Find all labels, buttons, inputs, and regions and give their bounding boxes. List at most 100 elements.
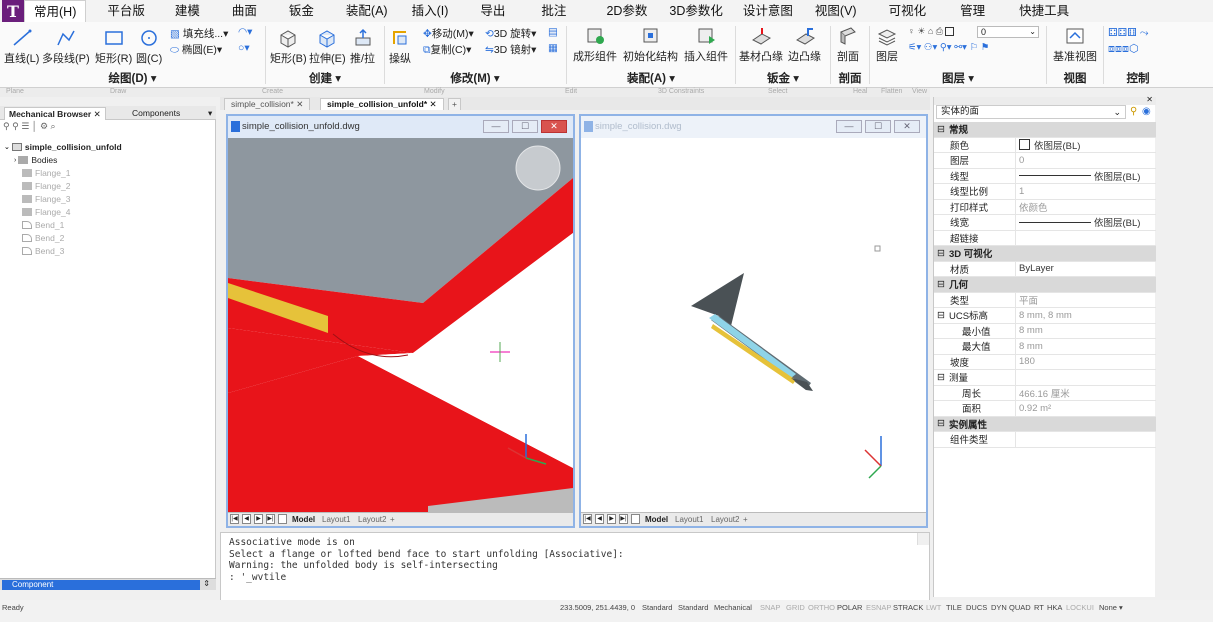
collapse-icon[interactable]: ⊟ [937, 372, 945, 383]
property-row[interactable]: ⊟ UCS标高 8 mm, 8 mm [934, 308, 1156, 324]
property-value[interactable]: 依图层(BL) [1016, 169, 1156, 183]
close-icon[interactable]: ✕ [94, 109, 101, 119]
property-value[interactable]: 0 [1016, 155, 1156, 166]
menu-home[interactable]: 常用(H) [24, 0, 87, 22]
pushpull-button[interactable]: 推/拉 [350, 28, 375, 66]
expand-icon[interactable]: › [14, 157, 16, 164]
toggle-lockui[interactable]: LOCKUI [1066, 603, 1094, 612]
minimize-button[interactable]: — [836, 120, 862, 133]
menu-quick-tools[interactable]: 快捷工具 [1010, 0, 1078, 22]
edge-flange-button[interactable]: 边凸缘 [788, 26, 821, 64]
text-style[interactable]: Standard [642, 603, 672, 612]
selection-dropdown[interactable]: 实体的面 ⌄ [936, 105, 1126, 119]
property-row[interactable]: 周长 466.16 厘米 [934, 385, 1156, 401]
property-value[interactable]: 8 mm [1016, 325, 1156, 336]
tree-item-bodies[interactable]: › Bodies [14, 155, 57, 165]
control-tools-row1[interactable]: ⚃⚃⚅ ⤳ [1108, 26, 1149, 40]
last-layout-button[interactable]: ▶| [266, 514, 275, 524]
property-value[interactable]: 1 [1016, 186, 1156, 197]
create-group-title[interactable]: 创建 ▾ [266, 70, 384, 86]
move-button[interactable]: ✥移动(M)▾ [423, 26, 474, 41]
base-view-button[interactable]: 基准视图 [1053, 26, 1097, 64]
property-value[interactable]: 466.16 厘米 [1016, 386, 1156, 400]
property-value[interactable]: 依图层(BL) [1016, 215, 1156, 229]
menu-surface[interactable]: 曲面 [223, 0, 266, 22]
base-flange-button[interactable]: 基材凸缘 [739, 26, 783, 64]
property-section[interactable]: ⊟ 3D 可视化 [934, 246, 1156, 262]
tree-item-bend-1[interactable]: Bend_1 [22, 220, 64, 230]
modify-group-title[interactable]: 修改(M) ▾ [385, 70, 565, 86]
list-icon[interactable]: ☰ [21, 121, 29, 131]
property-section[interactable]: ⊟ 实例属性 [934, 416, 1156, 432]
panel-menu-icon[interactable]: ▾ [204, 107, 216, 120]
property-value[interactable]: 8 mm [1016, 341, 1156, 352]
tab-layout2[interactable]: Layout2 [358, 514, 386, 526]
app-logo[interactable]: T [2, 0, 24, 22]
maximize-button[interactable]: ☐ [512, 120, 538, 133]
toggle-strack[interactable]: STRACK [893, 603, 923, 612]
close-icon[interactable]: ✕ [430, 99, 437, 109]
toggle-grid[interactable]: GRID [786, 603, 805, 612]
tab-model[interactable]: Model [645, 514, 668, 526]
rotate3d-button[interactable]: ⟲3D 旋转▾ [485, 26, 536, 41]
command-scrollbar[interactable] [917, 533, 929, 545]
point-button[interactable]: ○▾ [238, 42, 250, 54]
box-button[interactable]: 矩形(B) [270, 28, 307, 66]
tree-icon[interactable]: ⚲ [12, 121, 19, 131]
extrude-button[interactable]: 拉伸(E) [309, 28, 346, 66]
control-tools-row2[interactable]: ⧈⧈⧈⬡ [1108, 42, 1139, 56]
menu-insert[interactable]: 插入(I) [403, 0, 458, 22]
menu-manage[interactable]: 管理 [951, 0, 994, 22]
property-row[interactable]: 类型 平面 [934, 292, 1156, 308]
property-section[interactable]: ⊟ 常规 [934, 122, 1156, 138]
add-layout-button[interactable]: + [390, 514, 395, 526]
layer-dropdown[interactable]: 0 ⌄ [977, 26, 1039, 38]
layers-group-title[interactable]: 图层 ▾ [870, 70, 1046, 86]
property-row[interactable]: ⊟ 测量 [934, 370, 1156, 386]
fill-button[interactable]: ▧ 填充线...▾ [170, 26, 228, 41]
draw-group-title[interactable]: 绘图(D) ▾ [0, 70, 265, 86]
settings-icon[interactable]: ⚙ [40, 121, 48, 131]
toggle-polar[interactable]: POLAR [837, 603, 862, 612]
array-icon[interactable]: ▤ [548, 26, 558, 38]
workspace[interactable]: Mechanical [714, 603, 752, 612]
first-layout-button[interactable]: |◀ [230, 514, 239, 524]
layer-state-icons[interactable]: ♀ ☀ ⌂ ⎙ [908, 26, 955, 37]
menu-assembly[interactable]: 装配(A) [337, 0, 397, 22]
tree-item-flange-3[interactable]: Flange_3 [22, 194, 70, 204]
viewport-unfold[interactable]: simple_collision_unfold.dwg — ☐ ✕ |◀ ◀ ▶… [226, 114, 575, 528]
property-row[interactable]: 材质 ByLayer [934, 261, 1156, 277]
collapse-icon[interactable]: ⊟ [937, 124, 945, 135]
toggle-rt[interactable]: RT [1034, 603, 1044, 612]
command-line[interactable]: Associative mode is on Select a flange o… [220, 532, 930, 602]
property-row[interactable]: 打印样式 依颜色 [934, 199, 1156, 215]
prev-layout-button[interactable]: ◀ [595, 514, 604, 524]
property-row[interactable]: 最小值 8 mm [934, 323, 1156, 339]
property-value[interactable]: 180 [1016, 356, 1156, 367]
tree-root[interactable]: ⌄ simple_collision_unfold [4, 142, 122, 152]
menu-platform[interactable]: 平台版 [98, 0, 154, 22]
property-row[interactable]: 面积 0.92 m² [934, 401, 1156, 417]
property-value[interactable]: 平面 [1016, 293, 1156, 307]
menu-2d-param[interactable]: 2D参数 [597, 0, 656, 22]
grid-icon[interactable]: ▦ [548, 42, 558, 54]
select-objects-icon[interactable]: ◉ [1142, 106, 1151, 117]
tab-components[interactable]: Components [128, 107, 184, 120]
last-layout-button[interactable]: ▶| [619, 514, 628, 524]
property-row[interactable]: 颜色 依图层(BL) [934, 137, 1156, 153]
tab-model[interactable]: Model [292, 514, 315, 526]
layout-list-button[interactable] [278, 514, 287, 524]
menu-export[interactable]: 导出 [471, 0, 514, 22]
filter-icon[interactable]: ⚲ [3, 121, 10, 131]
control-group-title[interactable]: 控制 [1104, 70, 1172, 86]
property-value[interactable]: ByLayer [1016, 263, 1156, 274]
chevron-down-icon[interactable]: ⇕ [203, 579, 210, 588]
filter-icon[interactable]: ⚲ [1130, 106, 1137, 117]
toggle-hka[interactable]: HKA [1047, 603, 1062, 612]
menu-3d-param[interactable]: 3D参数化 [660, 0, 731, 22]
toggle-snap[interactable]: SNAP [760, 603, 780, 612]
menu-view[interactable]: 视图(V) [806, 0, 866, 22]
sheetmetal-group-title[interactable]: 钣金 ▾ [736, 70, 830, 86]
section-group-title[interactable]: 剖面 [831, 70, 869, 86]
toggle-ducs[interactable]: DUCS [966, 603, 987, 612]
